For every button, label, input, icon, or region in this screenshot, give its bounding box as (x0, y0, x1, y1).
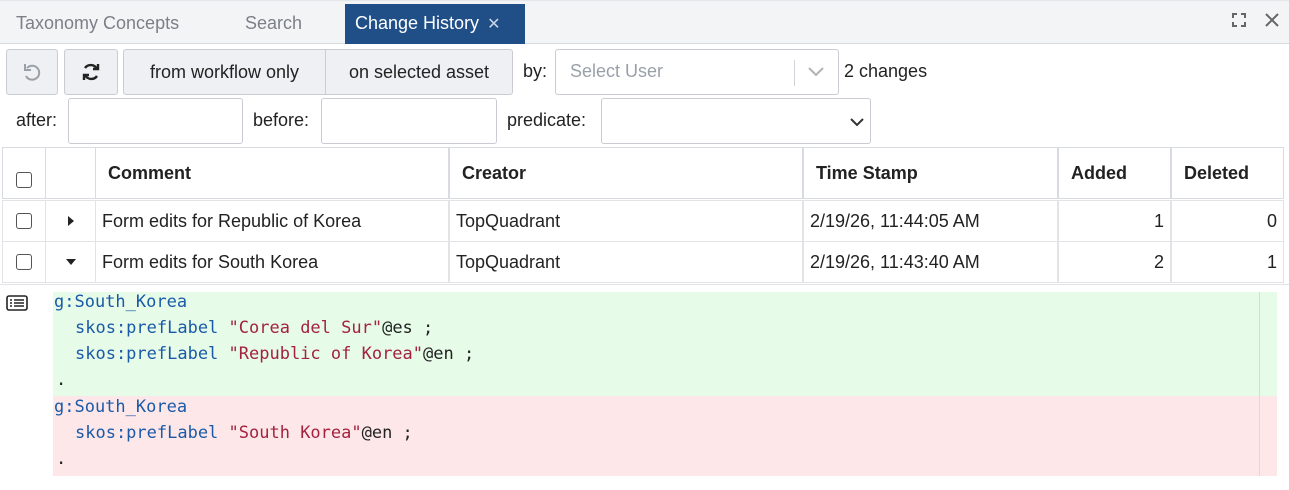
before-label: before: (253, 110, 310, 130)
diff-scrollbar[interactable] (1259, 292, 1260, 476)
added-triple-line: skos:prefLabel "Republic of Korea"@en ; (75, 344, 474, 364)
on-selected-asset-button[interactable]: on selected asset (325, 49, 513, 95)
after-date-input[interactable] (68, 98, 243, 144)
header-deleted[interactable]: Deleted (1171, 147, 1284, 199)
row-checkbox[interactable] (16, 213, 32, 229)
lang-token: @en ; (423, 344, 475, 364)
predicate-token: skos:prefLabel (75, 318, 219, 338)
close-icon[interactable]: ✕ (487, 6, 500, 44)
row-checkbox[interactable] (16, 254, 32, 270)
dropdown-divider (794, 60, 795, 86)
row-comment: Form edits for South Korea (95, 241, 449, 283)
header-select-all-cell (2, 147, 46, 199)
predicate-token: skos:prefLabel (75, 344, 219, 364)
caret-down-icon[interactable] (65, 258, 77, 266)
header-expand-cell (45, 147, 96, 199)
row-comment: Form edits for Republic of Korea (95, 200, 449, 242)
predicate-token: skos:prefLabel (75, 423, 219, 443)
literal-token: "South Korea" (228, 423, 362, 443)
caret-right-icon[interactable] (67, 215, 75, 227)
refresh-button[interactable] (64, 49, 118, 95)
window-controls (1218, 11, 1279, 32)
row-expand-cell (45, 241, 96, 283)
row-deleted: 1 (1171, 241, 1284, 283)
close-panel-icon[interactable] (1265, 11, 1279, 32)
row-select-cell (2, 200, 46, 242)
predicate-select[interactable] (601, 98, 871, 144)
tab-search[interactable]: Search (245, 4, 302, 44)
row-select-cell (2, 241, 46, 283)
chevron-down-icon (808, 67, 824, 77)
chevron-down-icon (850, 118, 864, 127)
row-creator: TopQuadrant (449, 200, 803, 242)
row-timestamp: 2/19/26, 11:44:05 AM (803, 200, 1058, 242)
by-label: by: (523, 61, 548, 81)
refresh-icon (82, 63, 100, 81)
deleted-subject: g:South_Korea (54, 397, 188, 417)
undo-button[interactable] (6, 49, 58, 95)
header-timestamp[interactable]: Time Stamp (803, 147, 1058, 199)
undo-icon (24, 64, 41, 81)
select-user-placeholder: Select User (570, 61, 664, 81)
lang-token: @en ; (361, 423, 413, 443)
maximize-icon[interactable] (1231, 11, 1246, 32)
header-comment[interactable]: Comment (95, 147, 449, 199)
added-triple-line: skos:prefLabel "Corea del Sur"@es ; (75, 318, 433, 338)
list-details-icon[interactable] (6, 295, 28, 311)
select-all-checkbox[interactable] (16, 172, 32, 188)
after-label: after: (16, 110, 58, 130)
tab-taxonomy-concepts[interactable]: Taxonomy Concepts (16, 4, 179, 44)
row-deleted: 0 (1171, 200, 1284, 242)
lang-token: @es ; (382, 318, 434, 338)
deleted-end-dot: . (56, 449, 67, 469)
select-user-dropdown[interactable]: Select User (555, 49, 839, 95)
tab-bar: Taxonomy Concepts Search Change History ✕ (0, 0, 1289, 44)
added-end-dot: . (56, 370, 67, 390)
predicate-label: predicate: (507, 110, 587, 130)
literal-token: "Republic of Korea" (228, 344, 424, 364)
from-workflow-only-button[interactable]: from workflow only (123, 49, 326, 95)
literal-token: "Corea del Sur" (228, 318, 383, 338)
change-diff-panel: g:South_Korea skos:prefLabel "Corea del … (0, 284, 1289, 490)
tab-change-history[interactable]: Change History ✕ (345, 4, 525, 44)
row-added: 1 (1058, 200, 1171, 242)
tab-change-history-label: Change History (355, 13, 480, 33)
header-added[interactable]: Added (1058, 147, 1171, 199)
before-date-input[interactable] (321, 98, 497, 144)
row-timestamp: 2/19/26, 11:43:40 AM (803, 241, 1058, 283)
row-added: 2 (1058, 241, 1171, 283)
row-creator: TopQuadrant (449, 241, 803, 283)
added-subject: g:South_Korea (54, 292, 188, 312)
row-expand-cell (45, 200, 96, 242)
deleted-triple-line: skos:prefLabel "South Korea"@en ; (75, 423, 413, 443)
header-creator[interactable]: Creator (449, 147, 803, 199)
changes-count: 2 changes (844, 61, 928, 81)
